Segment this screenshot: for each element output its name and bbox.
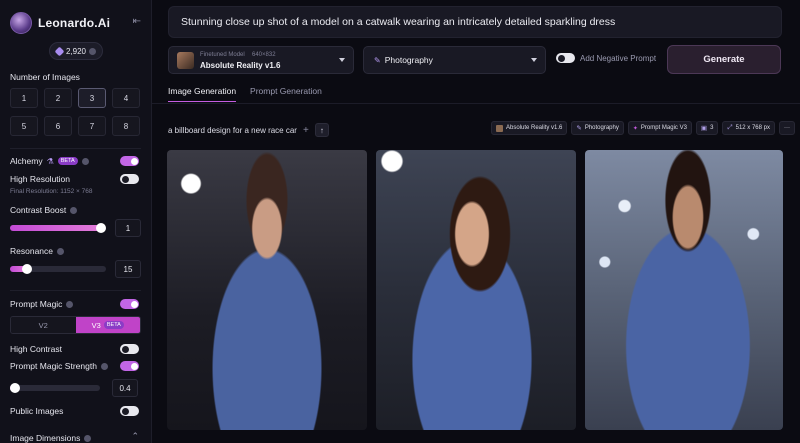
prompt-magic-toggle[interactable] bbox=[120, 299, 139, 309]
alchemy-label: Alchemy ⚗ BETA bbox=[10, 156, 89, 166]
generation-meta-chips: Absolute Reality v1.6 ✎ Photography ✦ Pr… bbox=[491, 121, 795, 135]
prompt-text: Stunning close up shot of a model on a c… bbox=[181, 16, 616, 28]
chip-model[interactable]: Absolute Reality v1.6 bbox=[491, 121, 568, 135]
tab-prompt-generation[interactable]: Prompt Generation bbox=[250, 86, 322, 102]
tab-divider bbox=[152, 103, 800, 104]
chip-prompt-magic[interactable]: ✦ Prompt Magic V3 bbox=[627, 121, 692, 135]
number-of-images-grid: 1 2 3 4 5 6 7 8 bbox=[10, 88, 142, 136]
images-count-1[interactable]: 1 bbox=[10, 88, 38, 108]
info-icon bbox=[57, 247, 65, 255]
chevron-down-icon bbox=[339, 58, 345, 62]
divider bbox=[10, 148, 141, 149]
images-count-3[interactable]: 3 bbox=[78, 88, 106, 108]
prompt-magic-label: Prompt Magic bbox=[10, 299, 74, 309]
style-value: Photography bbox=[384, 55, 433, 65]
chip-image-count[interactable]: ▣ 3 bbox=[695, 121, 719, 135]
prompt-magic-strength-slider[interactable] bbox=[10, 383, 100, 393]
images-count-4[interactable]: 4 bbox=[112, 88, 140, 108]
image-dimensions-label: Image Dimensions bbox=[10, 433, 92, 443]
images-icon: ▣ bbox=[700, 125, 708, 132]
generated-image-1[interactable] bbox=[167, 150, 367, 430]
sidebar: Leonardo.Ai ⇤ 2,920 Number of Images 1 2… bbox=[0, 0, 152, 443]
resonance-knob[interactable] bbox=[22, 264, 33, 274]
images-count-5[interactable]: 5 bbox=[10, 116, 38, 136]
model-thumbnail bbox=[177, 52, 194, 69]
model-thumbnail bbox=[496, 124, 503, 132]
info-icon bbox=[84, 434, 92, 442]
sparkle-icon: ✦ bbox=[632, 125, 638, 132]
info-icon bbox=[89, 47, 97, 55]
negative-prompt-toggle[interactable] bbox=[556, 53, 575, 63]
chip-style[interactable]: ✎ Photography bbox=[571, 121, 624, 135]
generate-button[interactable]: Generate bbox=[667, 45, 781, 74]
generated-image-2[interactable] bbox=[376, 150, 576, 430]
dimensions-icon: ⤢ bbox=[727, 124, 733, 131]
more-options-button[interactable]: ··· bbox=[778, 121, 795, 135]
contrast-boost-label: Contrast Boost bbox=[10, 205, 78, 215]
leonardo-logo-icon bbox=[10, 12, 32, 34]
images-count-7[interactable]: 7 bbox=[78, 116, 106, 136]
history-prompt-text[interactable]: a billboard design for a new race car bbox=[168, 126, 297, 135]
beta-badge: BETA bbox=[57, 157, 78, 165]
token-balance[interactable]: 2,920 bbox=[49, 42, 103, 60]
brush-icon: ✎ bbox=[576, 125, 582, 132]
prompt-magic-version: V2 V3 BETA bbox=[10, 316, 141, 334]
images-count-8[interactable]: 8 bbox=[112, 116, 140, 136]
app-name: Leonardo.Ai bbox=[38, 16, 111, 30]
reuse-prompt-icon[interactable]: ↑ bbox=[314, 123, 329, 137]
token-count: 2,920 bbox=[65, 46, 87, 56]
chevron-up-icon[interactable]: ⌃ bbox=[131, 431, 139, 442]
number-of-images-label: Number of Images bbox=[10, 72, 80, 82]
prompt-input[interactable]: Stunning close up shot of a model on a c… bbox=[168, 6, 782, 38]
info-icon bbox=[70, 206, 78, 214]
images-count-2[interactable]: 2 bbox=[44, 88, 72, 108]
collapse-sidebar-icon[interactable]: ⇤ bbox=[133, 16, 141, 27]
resonance-value[interactable]: 15 bbox=[115, 260, 141, 278]
prompt-magic-strength-toggle[interactable] bbox=[120, 361, 139, 371]
public-images-label: Public Images bbox=[10, 406, 64, 416]
generated-image-3[interactable] bbox=[585, 150, 783, 430]
final-resolution-text: Final Resolution: 1152 × 768 bbox=[10, 188, 93, 195]
high-resolution-toggle[interactable] bbox=[120, 174, 139, 184]
high-contrast-toggle[interactable] bbox=[120, 344, 139, 354]
high-contrast-label: High Contrast bbox=[10, 344, 62, 354]
negative-prompt-label: Add Negative Prompt bbox=[580, 53, 657, 63]
contrast-boost-slider[interactable] bbox=[10, 223, 107, 233]
info-icon bbox=[100, 362, 108, 370]
divider bbox=[10, 290, 141, 291]
negative-prompt-control: Add Negative Prompt bbox=[556, 53, 656, 63]
flask-icon: ⚗ bbox=[46, 156, 54, 166]
model-dimensions: 640×832 bbox=[252, 52, 276, 58]
generation-tabs: Image Generation Prompt Generation bbox=[168, 86, 322, 102]
brand[interactable]: Leonardo.Ai bbox=[10, 12, 110, 34]
contrast-boost-knob[interactable] bbox=[96, 223, 107, 233]
version-v3-option[interactable]: V3 BETA bbox=[75, 317, 140, 333]
high-resolution-label: High Resolution bbox=[10, 174, 71, 184]
alchemy-toggle[interactable] bbox=[120, 156, 139, 166]
contrast-boost-fill bbox=[10, 225, 102, 231]
history-prompt: a billboard design for a new race car + … bbox=[168, 123, 329, 137]
chip-image-size[interactable]: ⤢ 512 x 768 px bbox=[722, 121, 775, 135]
token-icon bbox=[54, 46, 65, 56]
brush-icon: ✎ bbox=[374, 55, 381, 65]
resonance-label: Resonance bbox=[10, 246, 65, 256]
model-name: Absolute Reality v1.6 bbox=[200, 61, 281, 70]
images-count-6[interactable]: 6 bbox=[44, 116, 72, 136]
prompt-magic-strength-value[interactable]: 0.4 bbox=[112, 379, 138, 397]
beta-badge: BETA bbox=[103, 321, 124, 329]
public-images-toggle[interactable] bbox=[120, 406, 139, 416]
tab-image-generation[interactable]: Image Generation bbox=[168, 86, 237, 102]
prompt-magic-strength-label: Prompt Magic Strength bbox=[10, 361, 108, 371]
contrast-boost-value[interactable]: 1 bbox=[115, 219, 141, 237]
info-icon bbox=[81, 157, 89, 165]
resonance-slider[interactable] bbox=[10, 264, 106, 274]
prompt-magic-strength-knob[interactable] bbox=[10, 383, 20, 393]
style-select[interactable]: ✎ Photography bbox=[363, 46, 546, 74]
model-kicker: Finetuned Model bbox=[200, 52, 245, 58]
chevron-down-icon bbox=[531, 58, 537, 62]
plus-icon[interactable]: + bbox=[303, 125, 309, 136]
info-icon bbox=[66, 300, 74, 308]
model-select[interactable]: Finetuned Model 640×832 Absolute Reality… bbox=[168, 46, 354, 74]
version-v2-option[interactable]: V2 bbox=[11, 317, 76, 333]
